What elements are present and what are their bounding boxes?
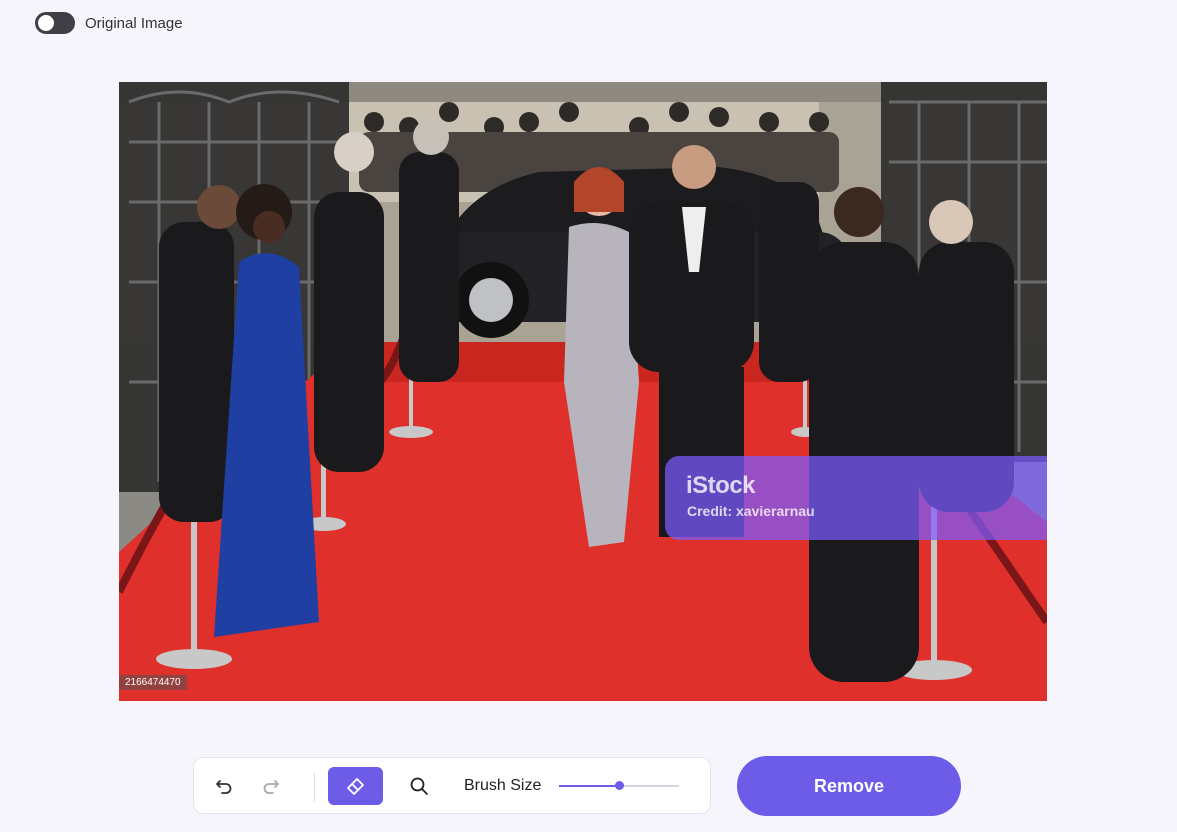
event-photo	[119, 82, 1047, 701]
redo-button[interactable]	[254, 770, 288, 802]
slider-thumb[interactable]	[615, 781, 624, 790]
toolbar-divider	[314, 772, 315, 802]
brush-size-label: Brush Size	[464, 777, 542, 794]
image-id-label: 2166474470	[119, 675, 187, 690]
search-icon	[410, 777, 428, 795]
undo-button[interactable]	[207, 770, 241, 802]
eraser-button[interactable]	[328, 767, 383, 805]
original-image-label: Original Image	[85, 14, 183, 32]
zoom-button[interactable]	[402, 770, 436, 802]
remove-watermark-editor: Original Image iStock Credit: xavierarna…	[0, 0, 1177, 832]
image-canvas[interactable]: iStock Credit: xavierarnau 2166474470	[119, 82, 1047, 701]
eraser-icon	[346, 778, 364, 795]
editing-toolbar: Brush Size	[193, 757, 711, 814]
watermark-credit-text: Credit: xavierarnau	[687, 503, 815, 519]
brush-size-slider[interactable]	[559, 780, 679, 792]
original-image-toggle[interactable]	[35, 12, 75, 34]
original-image-toggle-row: Original Image	[35, 12, 183, 34]
watermark-brand-text: iStock	[686, 472, 756, 499]
remove-button[interactable]: Remove	[737, 756, 961, 816]
toggle-knob	[38, 15, 54, 31]
slider-fill	[559, 785, 619, 787]
redo-icon	[263, 780, 279, 794]
undo-icon	[216, 780, 232, 794]
